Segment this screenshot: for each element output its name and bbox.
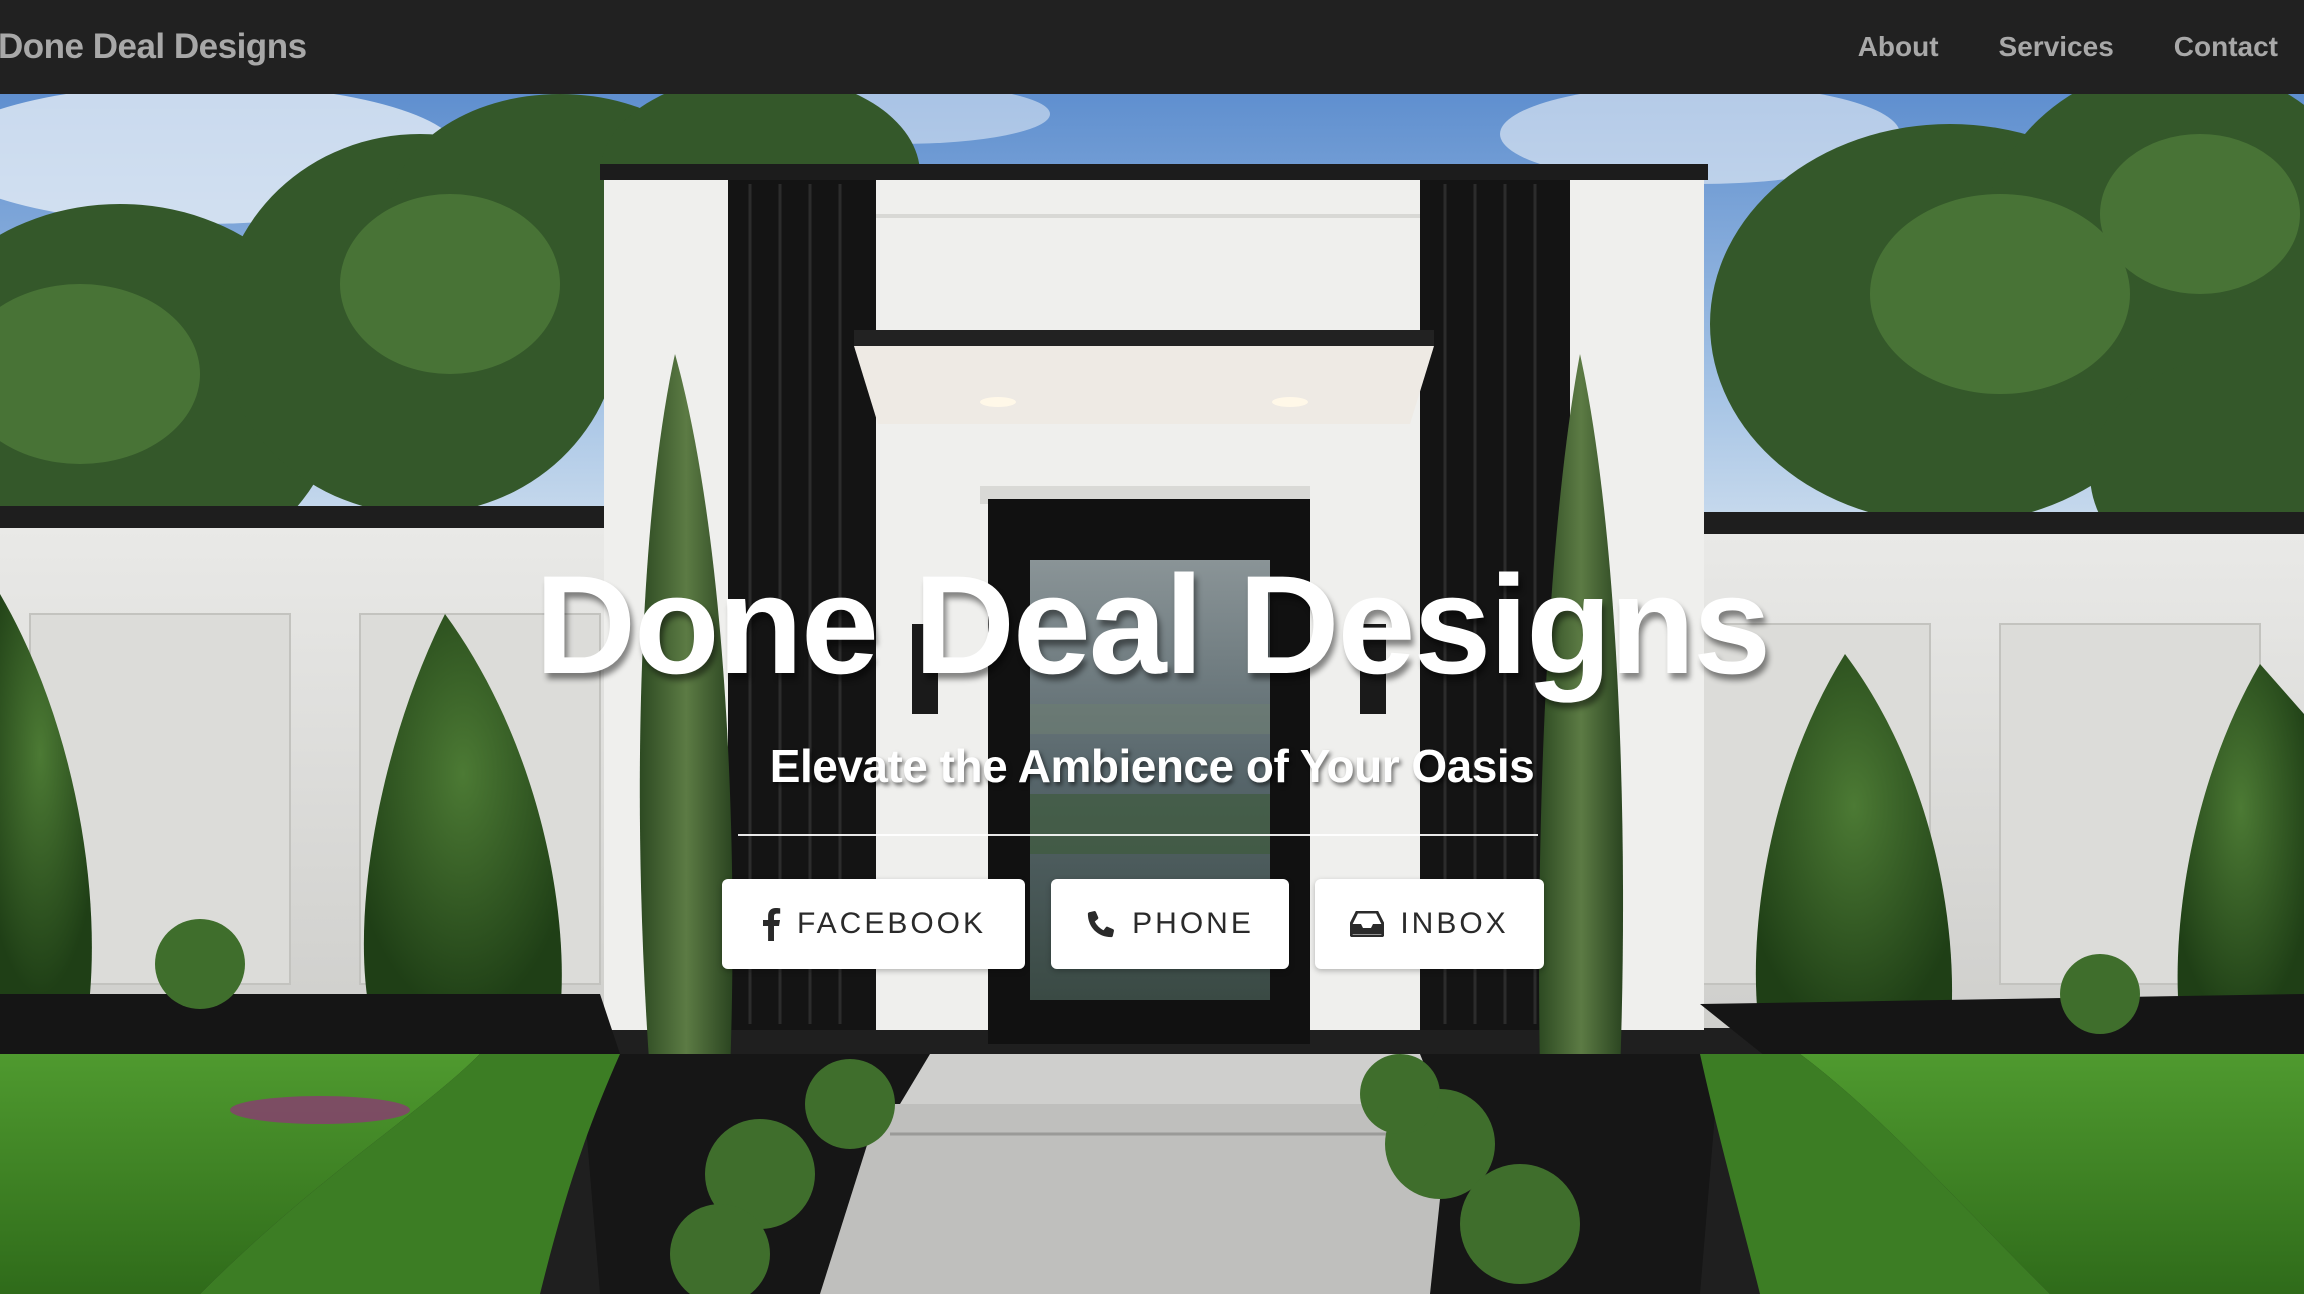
hero-section: Done Deal Designs Elevate the Ambience o…: [0, 94, 2304, 1294]
nav-links: About Services Contact: [1798, 31, 2278, 63]
phone-button[interactable]: PHONE: [1051, 879, 1289, 969]
hero-divider: [738, 834, 1538, 836]
nav-link-services[interactable]: Services: [1999, 31, 2114, 63]
hero-content: Done Deal Designs Elevate the Ambience o…: [0, 94, 2304, 1294]
facebook-button[interactable]: FACEBOOK: [722, 879, 1025, 969]
top-navbar: Done Deal Designs About Services Contact: [0, 0, 2304, 94]
phone-button-label: PHONE: [1132, 907, 1254, 940]
inbox-icon: [1350, 911, 1385, 937]
nav-link-about[interactable]: About: [1858, 31, 1939, 63]
facebook-icon: [761, 907, 781, 941]
navbar-brand[interactable]: Done Deal Designs: [0, 27, 307, 67]
hero-title: Done Deal Designs: [534, 546, 1771, 703]
inbox-button[interactable]: INBOX: [1315, 879, 1544, 969]
inbox-button-label: INBOX: [1400, 907, 1509, 940]
nav-link-contact[interactable]: Contact: [2174, 31, 2278, 63]
phone-icon: [1086, 909, 1116, 939]
facebook-button-label: FACEBOOK: [796, 907, 987, 940]
hero-subtitle: Elevate the Ambience of Your Oasis: [769, 740, 1535, 792]
